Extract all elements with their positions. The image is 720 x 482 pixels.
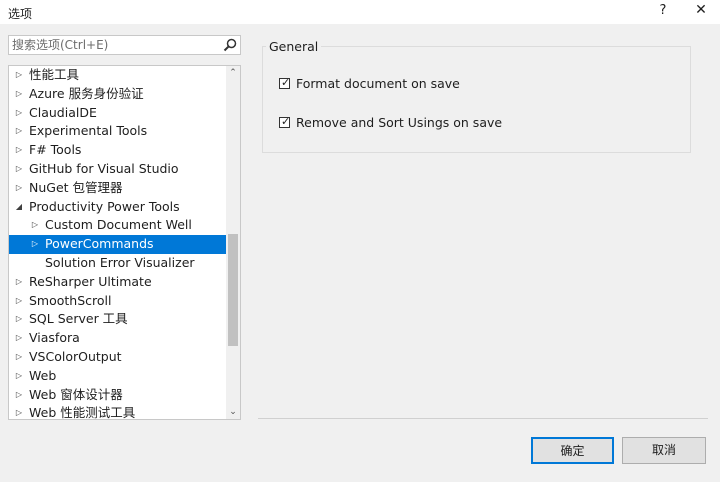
general-group-title: General — [266, 39, 322, 54]
collapsed-arrow-icon[interactable]: ▷ — [14, 160, 24, 179]
tree-item-label: PowerCommands — [45, 236, 154, 252]
footer-separator — [258, 418, 708, 419]
collapsed-arrow-icon[interactable]: ▷ — [14, 348, 24, 367]
tree-item[interactable]: ▷ Web 窗体设计器 — [9, 386, 227, 405]
search-icon[interactable] — [223, 38, 237, 52]
collapsed-arrow-icon[interactable]: ▷ — [14, 66, 24, 85]
collapsed-arrow-icon[interactable]: ▷ — [14, 85, 24, 104]
tree-item[interactable]: ▷ SQL Server 工具 — [9, 310, 227, 329]
tree-item-label: VSColorOutput — [29, 348, 122, 364]
tree-item[interactable]: ▷ GitHub for Visual Studio — [9, 160, 227, 179]
collapsed-arrow-icon[interactable]: ▷ — [14, 104, 24, 123]
tree-item-label: Web 性能测试工具 — [29, 405, 136, 420]
scroll-thumb[interactable] — [228, 234, 238, 346]
options-tree[interactable]: ▷ 性能工具 ▷ Azure 服务身份验证 ▷ ClaudialDE ▷ Experiment… — [8, 65, 241, 420]
tree-item[interactable]: ▷ F# Tools — [9, 141, 227, 160]
scroll-up-arrow[interactable]: ⌃ — [226, 66, 240, 80]
tree-item[interactable]: ▷ VSColorOutput — [9, 348, 227, 367]
collapsed-arrow-icon[interactable]: ▷ — [14, 386, 24, 405]
remove-sort-usings-checkbox[interactable]: ✓ — [279, 115, 291, 128]
scroll-down-arrow[interactable]: ⌄ — [226, 405, 240, 419]
checkmark-icon: ✓ — [281, 76, 291, 89]
general-group — [262, 46, 691, 153]
tree-item-label: Experimental Tools — [29, 123, 148, 139]
tree-item-label: Viasfora — [29, 330, 80, 346]
tree-item[interactable]: ▷ ClaudialDE — [9, 104, 227, 123]
tree-item[interactable]: ▷ Web — [9, 367, 227, 386]
tree-item-label: Web — [29, 367, 57, 383]
ok-button[interactable]: 确定 — [531, 437, 614, 464]
tree-scrollbar[interactable]: ⌃ ⌄ — [226, 66, 240, 419]
tree-item-label: Custom Document Well — [45, 217, 192, 233]
tree-item[interactable]: ▷ PowerCommands — [9, 235, 227, 254]
tree-item[interactable]: ▷ SmoothScroll — [9, 292, 227, 311]
collapsed-arrow-icon[interactable]: ▷ — [14, 141, 24, 160]
collapsed-arrow-icon[interactable]: ▷ — [30, 235, 40, 254]
tree-item-label: SmoothScroll — [29, 292, 112, 308]
close-button[interactable]: ✕ — [692, 2, 710, 18]
tree-item-label: Web 窗体设计器 — [29, 386, 123, 402]
tree-item-label: Solution Error Visualizer — [45, 254, 195, 270]
expanded-arrow-icon[interactable]: ◢ — [14, 198, 24, 217]
tree-item[interactable]: ▷ Azure 服务身份验证 — [9, 85, 227, 104]
collapsed-arrow-icon[interactable]: ▷ — [30, 216, 40, 235]
format-on-save-checkbox[interactable]: ✓ — [279, 76, 291, 89]
tree-item[interactable]: ▷ 性能工具 — [9, 66, 227, 85]
tree-item[interactable]: ▷ Custom Document Well — [9, 216, 227, 235]
collapsed-arrow-icon[interactable]: ▷ — [14, 329, 24, 348]
tree-item-label: NuGet 包管理器 — [29, 179, 123, 195]
format-on-save-label[interactable]: Format document on save — [296, 76, 460, 91]
collapsed-arrow-icon[interactable]: ▷ — [14, 310, 24, 329]
collapsed-arrow-icon[interactable]: ▷ — [14, 179, 24, 198]
tree-item[interactable]: ◢ Productivity Power Tools — [9, 198, 227, 217]
remove-sort-usings-label[interactable]: Remove and Sort Usings on save — [296, 115, 502, 130]
tree-item-label: SQL Server 工具 — [29, 311, 128, 327]
collapsed-arrow-icon[interactable]: ▷ — [14, 404, 24, 419]
tree-item[interactable]: ▷ Experimental Tools — [9, 122, 227, 141]
tree-item[interactable]: ▷ NuGet 包管理器 — [9, 179, 227, 198]
collapsed-arrow-icon[interactable]: ▷ — [14, 122, 24, 141]
tree-item[interactable]: Solution Error Visualizer — [9, 254, 227, 273]
tree-item[interactable]: ▷ ReSharper Ultimate — [9, 273, 227, 292]
search-input[interactable] — [12, 37, 217, 53]
tree-item-label: ReSharper Ultimate — [29, 273, 152, 289]
tree-item-label: F# Tools — [29, 142, 82, 158]
tree-item-label: Productivity Power Tools — [29, 198, 180, 214]
tree-items: ▷ 性能工具 ▷ Azure 服务身份验证 ▷ ClaudialDE ▷ Experiment… — [9, 66, 227, 420]
tree-item-label: 性能工具 — [29, 67, 80, 82]
collapsed-arrow-icon[interactable]: ▷ — [14, 273, 24, 292]
tree-item-label: ClaudialDE — [29, 104, 97, 120]
tree-item[interactable]: ▷ Viasfora — [9, 329, 227, 348]
search-box[interactable] — [8, 35, 241, 55]
cancel-button[interactable]: 取消 — [622, 437, 706, 464]
help-button[interactable]: ? — [655, 3, 671, 18]
tree-item-label: Azure 服务身份验证 — [29, 85, 144, 101]
tree-item[interactable]: ▷ Web 性能测试工具 — [9, 404, 227, 420]
checkmark-icon: ✓ — [281, 115, 291, 128]
window-title: 选项 — [8, 7, 33, 21]
title-bar: 选项 ? ✕ — [0, 0, 720, 24]
collapsed-arrow-icon[interactable]: ▷ — [14, 292, 24, 311]
tree-item-label: GitHub for Visual Studio — [29, 160, 179, 176]
collapsed-arrow-icon[interactable]: ▷ — [14, 367, 24, 386]
